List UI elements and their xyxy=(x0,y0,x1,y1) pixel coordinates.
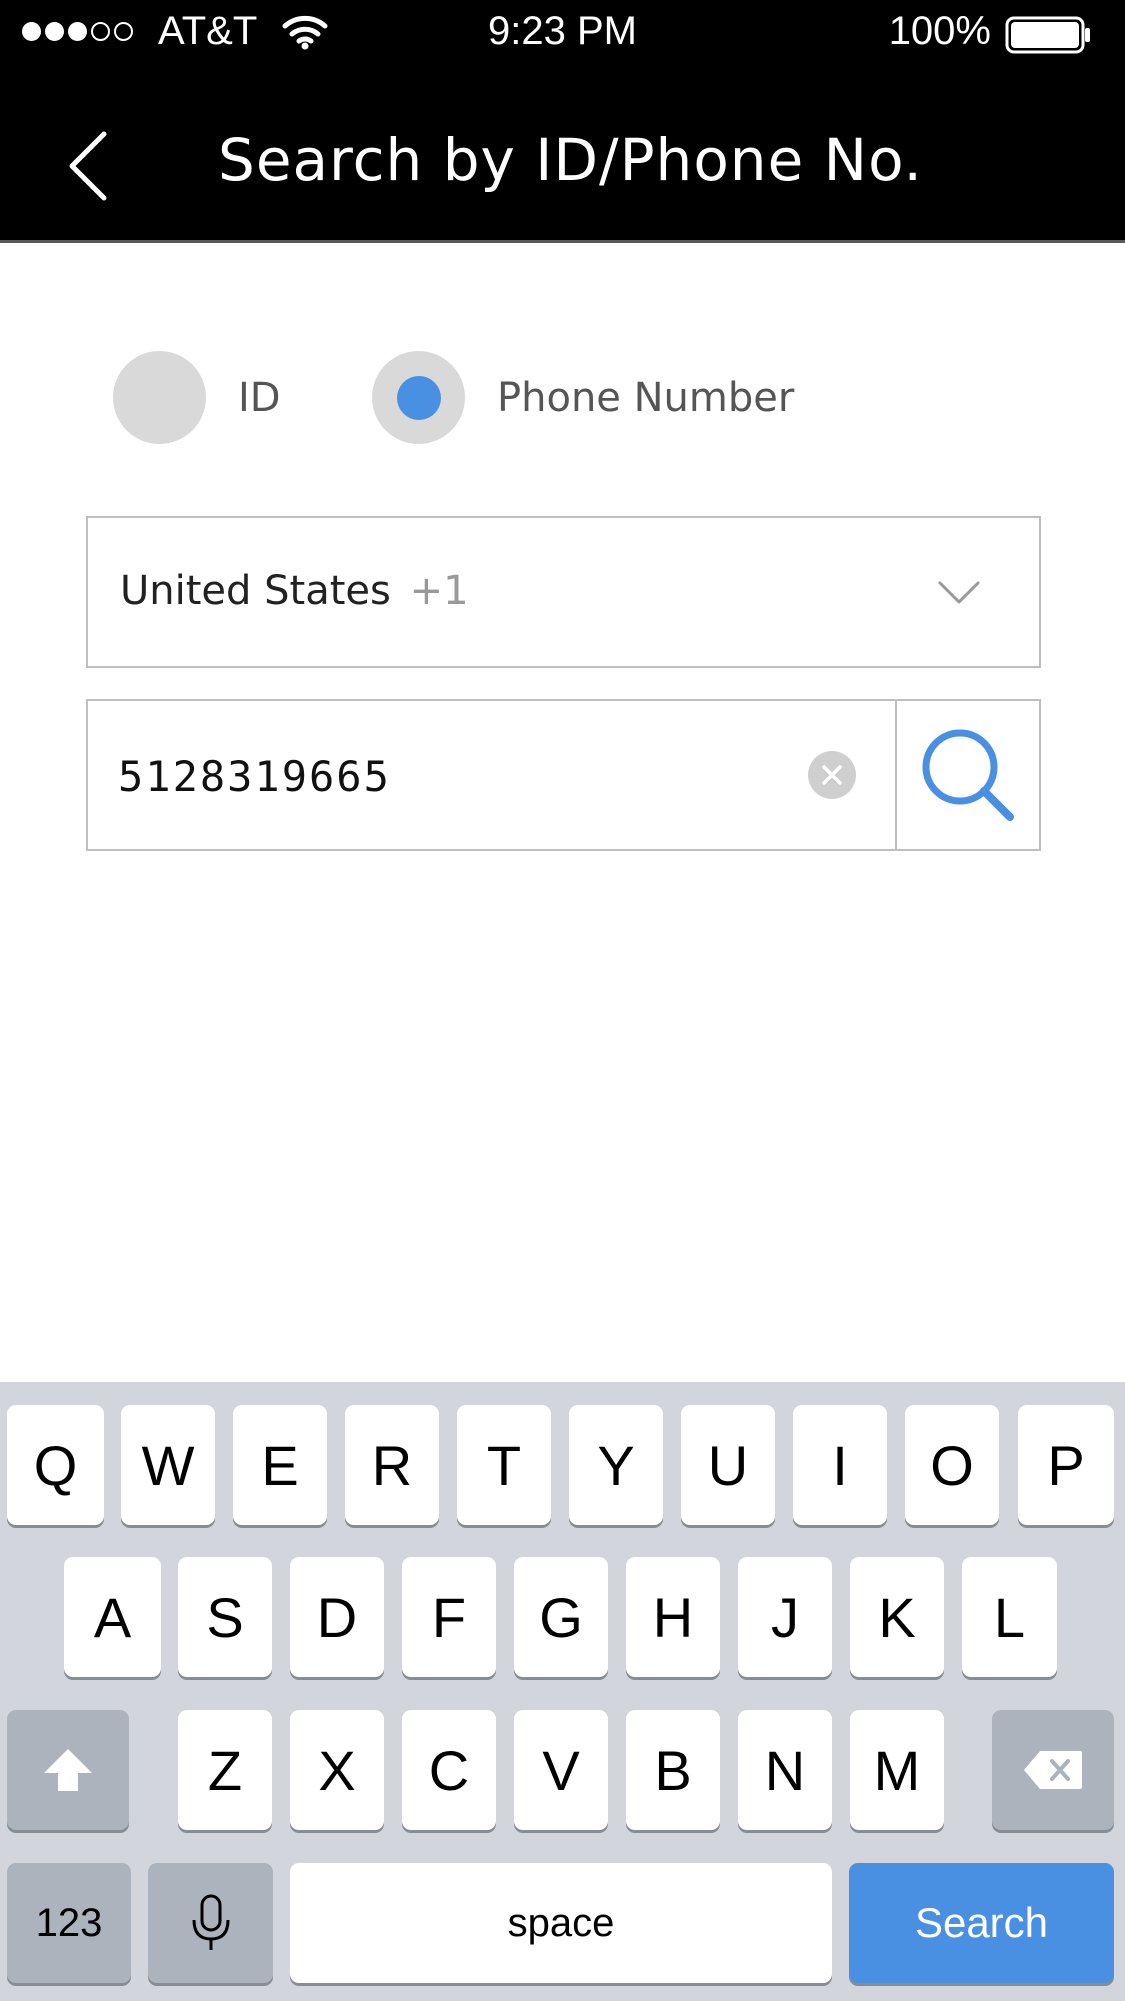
microphone-icon xyxy=(192,1894,229,1950)
key-s[interactable]: S xyxy=(178,1557,272,1677)
country-display: United States +1 xyxy=(120,568,469,614)
key-m[interactable]: M xyxy=(850,1710,944,1830)
backspace-icon xyxy=(1024,1751,1082,1789)
key-k[interactable]: K xyxy=(850,1557,944,1677)
status-bar: AT&T 9:23 PM 100% xyxy=(0,0,1125,70)
key-c[interactable]: C xyxy=(402,1710,496,1830)
search-icon xyxy=(922,729,1014,821)
back-button[interactable] xyxy=(66,130,110,206)
radio-button-unselected[interactable] xyxy=(113,351,206,444)
key-u[interactable]: U xyxy=(681,1405,775,1525)
key-t[interactable]: T xyxy=(457,1405,551,1525)
shift-arrow-icon xyxy=(44,1749,92,1791)
delete-key[interactable] xyxy=(992,1710,1114,1830)
key-j[interactable]: J xyxy=(738,1557,832,1677)
key-b[interactable]: B xyxy=(626,1710,720,1830)
battery-percent: 100% xyxy=(888,9,991,53)
key-p[interactable]: P xyxy=(1018,1405,1114,1525)
space-key[interactable]: space xyxy=(290,1863,832,1983)
key-x[interactable]: X xyxy=(290,1710,384,1830)
key-e[interactable]: E xyxy=(233,1405,327,1525)
radio-button-selected[interactable] xyxy=(372,351,465,444)
key-y[interactable]: Y xyxy=(569,1405,663,1525)
radio-selected-dot xyxy=(396,375,441,420)
key-l[interactable]: L xyxy=(962,1557,1057,1677)
phone-search-row xyxy=(86,699,1041,851)
clear-input-button[interactable] xyxy=(808,751,856,799)
numbers-key[interactable]: 123 xyxy=(7,1863,131,1983)
navigation-bar: Search by ID/Phone No. xyxy=(0,70,1125,243)
key-n[interactable]: N xyxy=(738,1710,832,1830)
keyboard: Q W E R T Y U I O P A S D F G H J K L Z … xyxy=(0,1382,1125,2001)
battery-icon xyxy=(1005,16,1093,58)
key-o[interactable]: O xyxy=(905,1405,999,1525)
key-r[interactable]: R xyxy=(345,1405,439,1525)
radio-label-phone-number: Phone Number xyxy=(497,374,795,421)
radio-option-id[interactable]: ID xyxy=(113,351,281,444)
close-icon xyxy=(822,765,842,785)
country-code: +1 xyxy=(409,568,469,614)
radio-option-phone-number[interactable]: Phone Number xyxy=(372,351,794,444)
key-i[interactable]: I xyxy=(793,1405,887,1525)
chevron-left-icon xyxy=(69,131,107,201)
radio-label-id: ID xyxy=(238,374,281,421)
key-h[interactable]: H xyxy=(626,1557,720,1677)
key-z[interactable]: Z xyxy=(178,1710,272,1830)
country-select[interactable]: United States +1 xyxy=(86,516,1041,668)
key-a[interactable]: A xyxy=(64,1557,161,1677)
search-return-key[interactable]: Search xyxy=(849,1863,1114,1983)
key-w[interactable]: W xyxy=(121,1405,215,1525)
key-d[interactable]: D xyxy=(290,1557,384,1677)
country-name: United States xyxy=(120,568,391,614)
page-title: Search by ID/Phone No. xyxy=(218,126,923,194)
dictation-key[interactable] xyxy=(148,1863,273,1983)
shift-key[interactable] xyxy=(7,1710,129,1830)
key-v[interactable]: V xyxy=(514,1710,608,1830)
key-f[interactable]: F xyxy=(402,1557,496,1677)
key-g[interactable]: G xyxy=(514,1557,608,1677)
chevron-down-icon xyxy=(937,580,981,610)
key-q[interactable]: Q xyxy=(7,1405,104,1525)
phone-number-input[interactable] xyxy=(118,741,758,811)
search-button[interactable] xyxy=(895,701,1039,849)
